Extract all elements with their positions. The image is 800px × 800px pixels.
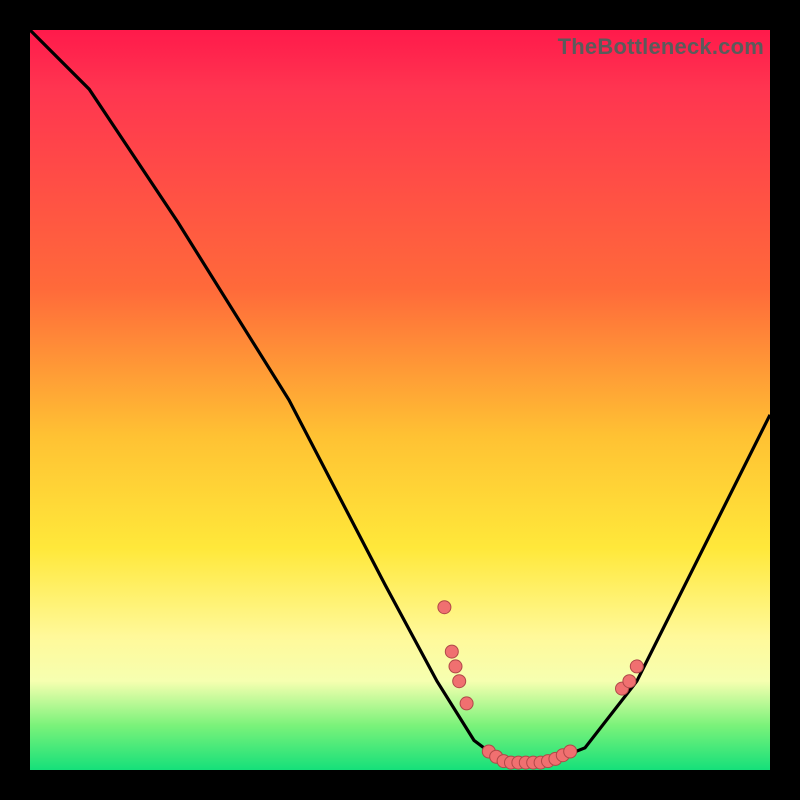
- data-dot: [445, 645, 458, 658]
- data-dot: [449, 660, 462, 673]
- bottleneck-curve-svg: [30, 30, 770, 770]
- bottleneck-curve: [30, 30, 770, 763]
- chart-frame: TheBottleneck.com: [0, 0, 800, 800]
- data-dot: [453, 675, 466, 688]
- data-dot: [623, 675, 636, 688]
- data-dot: [564, 745, 577, 758]
- data-dot: [630, 660, 643, 673]
- data-dot: [438, 601, 451, 614]
- data-dots: [438, 601, 643, 769]
- data-dot: [460, 697, 473, 710]
- plot-area: TheBottleneck.com: [30, 30, 770, 770]
